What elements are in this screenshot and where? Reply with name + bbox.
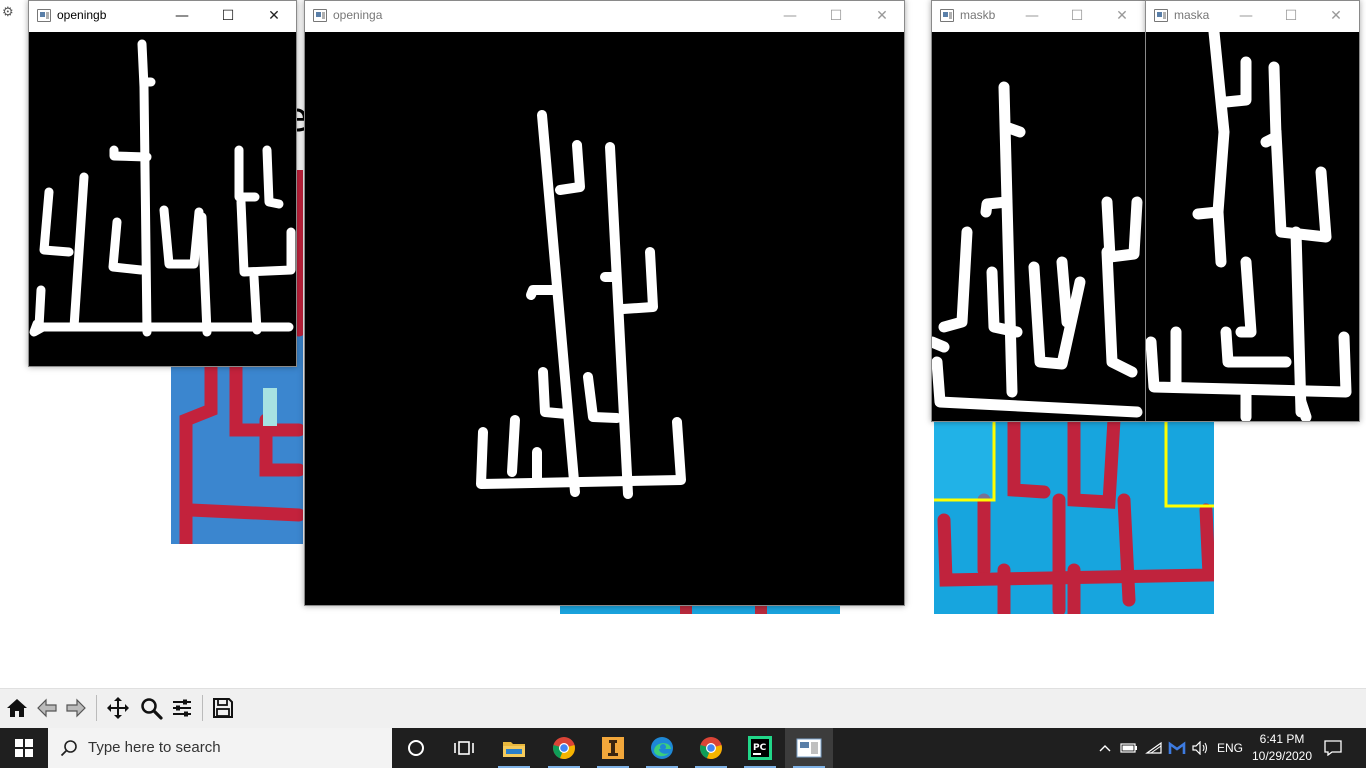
window-title: maskb: [960, 8, 996, 22]
mcafee-icon[interactable]: [1166, 728, 1188, 768]
window-icon: [37, 9, 51, 22]
maximize-button[interactable]: ☐: [1054, 1, 1100, 31]
window-openingb[interactable]: openingb — ☐ ✕: [28, 0, 297, 367]
back-arrow-icon[interactable]: [33, 694, 61, 722]
wifi-icon[interactable]: [1143, 728, 1165, 768]
taskbar: Type here to search PC ENG 6:41 PM 10/29…: [0, 728, 1366, 768]
forward-arrow-icon[interactable]: [62, 694, 90, 722]
background-photo-right: [934, 420, 1214, 614]
app-icon[interactable]: [589, 728, 637, 768]
maximize-button[interactable]: ☐: [205, 1, 251, 31]
minimize-button[interactable]: —: [1009, 1, 1055, 31]
window-title: openinga: [333, 8, 383, 22]
minimize-button[interactable]: —: [1223, 1, 1269, 31]
cortana-icon[interactable]: [392, 728, 440, 768]
maximize-button[interactable]: ☐: [1268, 1, 1314, 31]
minimize-button[interactable]: —: [159, 1, 205, 31]
close-button[interactable]: ✕: [251, 1, 297, 31]
python-window-icon[interactable]: [785, 728, 833, 768]
volume-icon[interactable]: [1189, 728, 1211, 768]
image-canvas-maskb: [932, 32, 1145, 421]
close-button[interactable]: ✕: [1099, 1, 1145, 31]
figure-toolbar: [0, 688, 1366, 729]
image-canvas-maska: [1146, 32, 1359, 421]
windows-logo-icon: [15, 739, 33, 757]
clock[interactable]: 6:41 PM 10/29/2020: [1244, 731, 1320, 765]
edge-icon[interactable]: [638, 728, 686, 768]
task-view-icon[interactable]: [440, 728, 488, 768]
titlebar-maskb[interactable]: maskb — ☐ ✕: [932, 1, 1145, 31]
clock-date: 10/29/2020: [1251, 749, 1313, 763]
window-icon: [313, 9, 327, 22]
pycharm-icon[interactable]: PC: [736, 728, 784, 768]
search-placeholder: Type here to search: [88, 739, 221, 756]
chrome-icon[interactable]: [540, 728, 588, 768]
zoom-icon[interactable]: [137, 694, 165, 722]
minimize-button[interactable]: —: [767, 1, 813, 31]
clock-time: 6:41 PM: [1259, 732, 1305, 746]
start-button[interactable]: [0, 728, 48, 768]
toolbar-separator: [202, 695, 203, 721]
close-button[interactable]: ✕: [859, 1, 905, 31]
search-icon: [60, 740, 77, 757]
show-hidden-icons-chevron-icon[interactable]: [1096, 728, 1114, 768]
battery-icon[interactable]: [1118, 728, 1140, 768]
titlebar-maska[interactable]: maska — ☐ ✕: [1146, 1, 1359, 31]
chrome-icon-2[interactable]: [687, 728, 735, 768]
window-icon: [1154, 9, 1168, 22]
language-indicator[interactable]: ENG: [1212, 728, 1248, 768]
window-maska[interactable]: maska — ☐ ✕: [1145, 0, 1360, 422]
window-title: maska: [1174, 8, 1210, 22]
notifications-icon[interactable]: [1318, 728, 1348, 768]
titlebar-openingb[interactable]: openingb — ☐ ✕: [29, 1, 296, 31]
app-icon-fragment: ⚙: [2, 4, 14, 19]
file-explorer-icon[interactable]: [490, 728, 538, 768]
window-maskb[interactable]: maskb — ☐ ✕: [931, 0, 1146, 422]
pan-icon[interactable]: [104, 694, 132, 722]
configure-subplots-icon[interactable]: [168, 694, 196, 722]
window-title: openingb: [57, 8, 107, 22]
search-box[interactable]: Type here to search: [48, 728, 392, 768]
home-icon[interactable]: [3, 694, 31, 722]
maximize-button[interactable]: ☐: [813, 1, 859, 31]
svg-text:PC: PC: [753, 743, 767, 753]
window-icon: [940, 9, 954, 22]
titlebar-openinga[interactable]: openinga — ☐ ✕: [305, 1, 904, 31]
toolbar-separator: [96, 695, 97, 721]
close-button[interactable]: ✕: [1313, 1, 1359, 31]
image-canvas-openingb: [29, 32, 296, 366]
window-openinga[interactable]: openinga — ☐ ✕: [304, 0, 905, 606]
image-canvas-openinga: [305, 32, 904, 605]
save-icon[interactable]: [209, 694, 237, 722]
